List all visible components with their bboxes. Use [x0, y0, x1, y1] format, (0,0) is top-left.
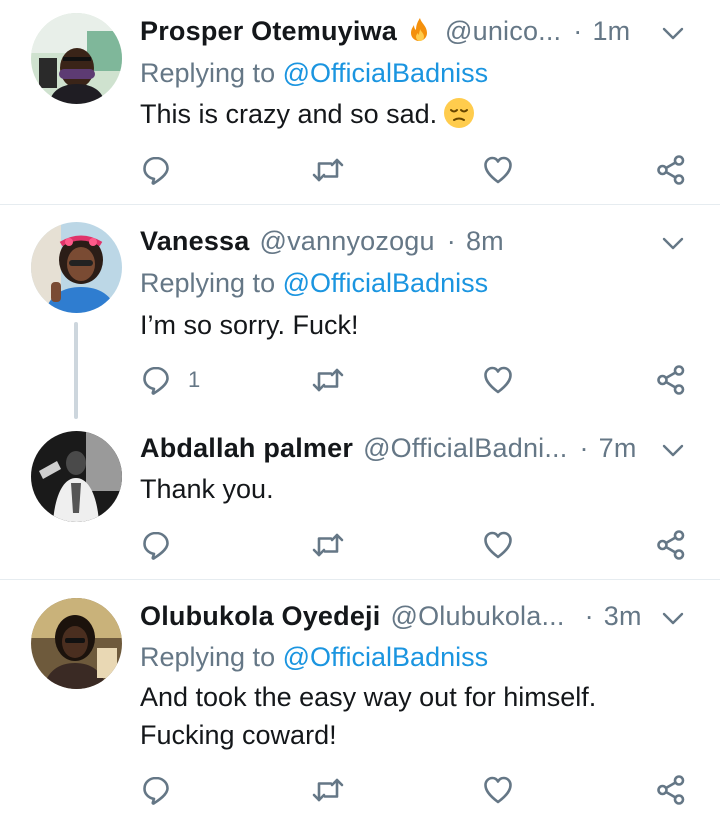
replying-to: Replying to @OfficialBadniss: [140, 642, 488, 673]
retweet-icon: [310, 529, 346, 561]
separator-dot: ·: [579, 432, 589, 463]
tweet-text-content: I’m so sorry. Fuck!: [140, 310, 359, 340]
avatar[interactable]: [31, 222, 122, 313]
reply-button[interactable]: [140, 527, 172, 563]
reply-icon: [140, 154, 172, 186]
heart-icon: [482, 529, 514, 561]
tweet-2[interactable]: Vanessa @vannyozogu · 8m Replying to @Of…: [0, 205, 720, 419]
handle[interactable]: @unico...: [445, 16, 561, 47]
reply-count: 1: [188, 367, 201, 392]
tweet-text-line-2: Fucking coward!: [140, 720, 337, 750]
display-name[interactable]: Olubukola Oyedeji: [140, 601, 380, 632]
heart-icon: [482, 364, 514, 396]
replying-label: Replying to: [140, 268, 276, 298]
chevron-down-icon[interactable]: [662, 444, 684, 458]
mention-link[interactable]: @OfficialBadniss: [283, 268, 489, 298]
tweet-header: Prosper Otemuyiwa @unico... · 1m: [140, 12, 684, 50]
tweet-header: Vanessa @vannyozogu · 8m: [140, 222, 684, 260]
mention-link[interactable]: @OfficialBadniss: [283, 58, 489, 88]
fire-emoji-icon: [411, 18, 427, 41]
handle[interactable]: @OfficialBadni...: [363, 433, 567, 464]
thread-line: [74, 322, 78, 419]
replying-to: Replying to @OfficialBadniss: [140, 268, 488, 299]
tweet-3[interactable]: Abdallah palmer @OfficialBadni... · 7m T…: [0, 415, 720, 580]
share-button[interactable]: [655, 362, 687, 398]
reply-icon: [140, 774, 172, 806]
timestamp[interactable]: 1m: [592, 16, 630, 47]
replying-label: Replying to: [140, 642, 276, 672]
share-button[interactable]: [655, 772, 687, 808]
reply-button[interactable]: 1: [140, 362, 200, 398]
chevron-down-icon[interactable]: [662, 612, 684, 626]
tweet-actions: [140, 527, 690, 563]
retweet-button[interactable]: [310, 772, 346, 808]
replying-to: Replying to @OfficialBadniss: [140, 58, 488, 89]
timestamp[interactable]: 3m: [604, 601, 642, 632]
tweet-header: Olubukola Oyedeji @Olubukola... · 3m: [140, 597, 684, 635]
retweet-button[interactable]: [310, 527, 346, 563]
like-button[interactable]: [482, 152, 514, 188]
reply-button[interactable]: [140, 772, 172, 808]
separator-dot: ·: [584, 600, 594, 631]
reply-button[interactable]: [140, 152, 172, 188]
reply-icon: [140, 364, 172, 396]
retweet-icon: [310, 364, 346, 396]
tweet-4[interactable]: Olubukola Oyedeji @Olubukola... · 3m Rep…: [0, 580, 720, 820]
avatar[interactable]: [31, 598, 122, 689]
handle[interactable]: @Olubukola...: [390, 601, 564, 632]
tweet-text: I’m so sorry. Fuck!: [140, 306, 680, 344]
tweet-text-line-1: And took the easy way out for himself.: [140, 682, 597, 712]
mention-link[interactable]: @OfficialBadniss: [283, 642, 489, 672]
share-button[interactable]: [655, 527, 687, 563]
retweet-icon: [310, 154, 346, 186]
tweet-actions: [140, 772, 690, 808]
display-name[interactable]: Abdallah palmer: [140, 433, 353, 464]
timestamp[interactable]: 7m: [599, 433, 637, 464]
tweet-text-content: Thank you.: [140, 474, 274, 504]
share-icon: [655, 364, 687, 396]
tweet-text-content: This is crazy and so sad.: [140, 99, 438, 129]
share-button[interactable]: [655, 152, 687, 188]
display-name[interactable]: Prosper Otemuyiwa: [140, 16, 397, 47]
avatar[interactable]: [31, 13, 122, 104]
tweet-actions: 1: [140, 362, 690, 398]
separator-dot: ·: [446, 225, 456, 256]
timestamp[interactable]: 8m: [466, 226, 504, 257]
separator-dot: ·: [573, 15, 583, 46]
retweet-button[interactable]: [310, 362, 346, 398]
share-icon: [655, 529, 687, 561]
retweet-button[interactable]: [310, 152, 346, 188]
retweet-icon: [310, 774, 346, 806]
share-icon: [655, 154, 687, 186]
display-name[interactable]: Vanessa: [140, 226, 250, 257]
tweet-1[interactable]: Prosper Otemuyiwa @unico... · 1m Replyin…: [0, 0, 720, 205]
handle[interactable]: @vannyozogu: [260, 226, 435, 257]
tweet-actions: [140, 152, 690, 188]
chevron-down-icon[interactable]: [662, 27, 684, 41]
like-button[interactable]: [482, 527, 514, 563]
reply-icon: [140, 529, 172, 561]
tweet-text: And took the easy way out for himself. F…: [140, 678, 680, 754]
replying-label: Replying to: [140, 58, 276, 88]
tweet-header: Abdallah palmer @OfficialBadni... · 7m: [140, 429, 684, 467]
like-button[interactable]: [482, 772, 514, 808]
chevron-down-icon[interactable]: [662, 237, 684, 251]
share-icon: [655, 774, 687, 806]
heart-icon: [482, 774, 514, 806]
like-button[interactable]: [482, 362, 514, 398]
disappointed-face-emoji-icon: [444, 98, 475, 128]
heart-icon: [482, 154, 514, 186]
tweet-text: Thank you.: [140, 470, 680, 508]
avatar[interactable]: [31, 431, 122, 522]
tweet-text: This is crazy and so sad.: [140, 95, 680, 133]
